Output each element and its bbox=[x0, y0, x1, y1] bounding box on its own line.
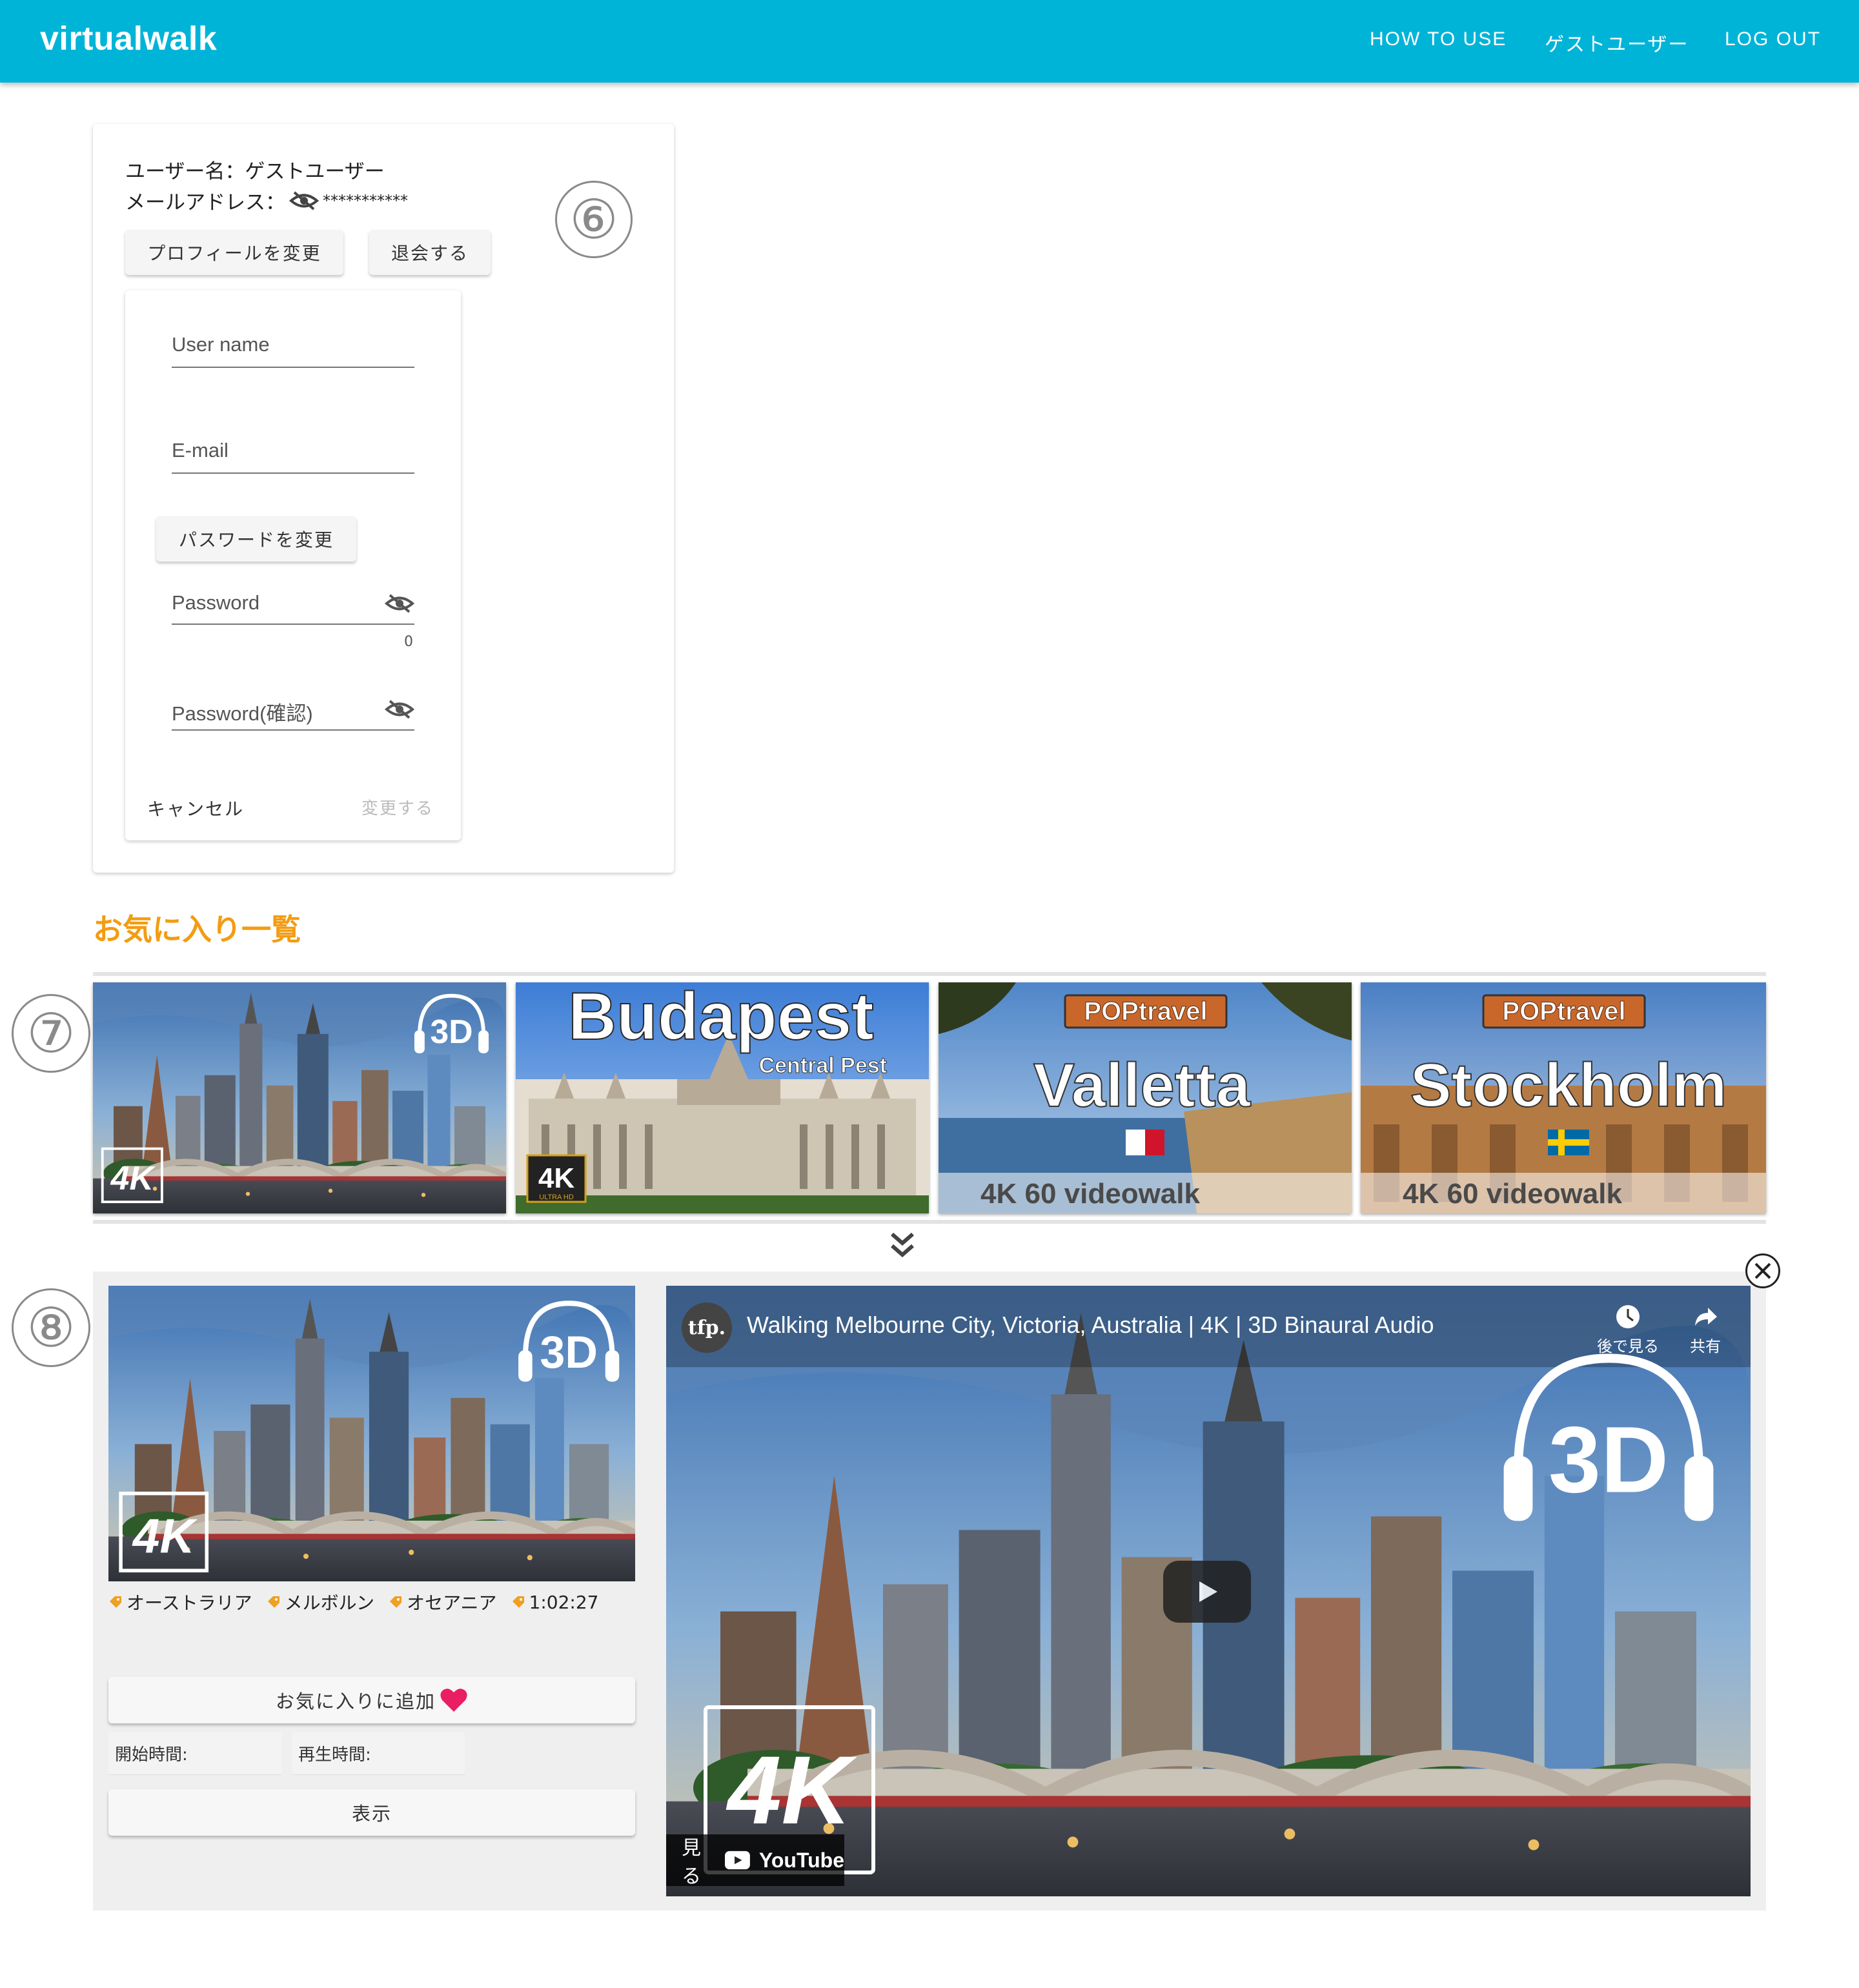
change-password-button[interactable]: パスワードを変更 bbox=[156, 516, 356, 562]
valletta-title: Valletta bbox=[1033, 1051, 1251, 1120]
email-line: メールアドレス： *********** bbox=[125, 186, 408, 215]
channel-avatar[interactable]: tfp. bbox=[682, 1303, 732, 1353]
show-button[interactable]: 表示 bbox=[108, 1789, 635, 1836]
add-favorite-label: お気に入りに追加 bbox=[275, 1690, 436, 1712]
stockholm-poptravel-logo: POPtravel bbox=[1502, 997, 1625, 1026]
youtube-icon bbox=[725, 1851, 750, 1870]
cancel-button[interactable]: キャンセル bbox=[147, 795, 244, 821]
video-title[interactable]: Walking Melbourne City, Victoria, Austra… bbox=[747, 1312, 1434, 1339]
budapest-ultra-hd: ULTRA HD bbox=[539, 1193, 574, 1201]
email-masked: *********** bbox=[323, 191, 408, 210]
play-time-field[interactable]: 再生時間: bbox=[292, 1732, 465, 1775]
step-marker-7: ⑦ bbox=[12, 994, 90, 1073]
budapest-scene: Budapest Central Pest 4K ULTRA HD bbox=[516, 982, 929, 1213]
favorite-thumbnail-stockholm[interactable]: POPtravel Stockholm 4K 60 videowalk bbox=[1361, 982, 1766, 1213]
tag-item[interactable]: オセアニア bbox=[389, 1589, 497, 1615]
favorites-top-rule bbox=[93, 972, 1766, 976]
username-line: ユーザー名：ゲストユーザー bbox=[125, 160, 385, 183]
valletta-scene: POPtravel Valletta 4K 60 videowalk bbox=[939, 982, 1352, 1213]
watch-on-youtube[interactable]: 見る YouTube bbox=[666, 1834, 844, 1888]
valletta-poptravel-logo: POPtravel bbox=[1084, 997, 1207, 1026]
detail-melbourne-scene bbox=[108, 1286, 635, 1581]
melbourne-scene bbox=[93, 982, 506, 1213]
tag-icon bbox=[512, 1596, 524, 1608]
add-favorite-button[interactable]: お気に入りに追加 bbox=[108, 1677, 635, 1723]
favorite-thumbnail-melbourne[interactable] bbox=[93, 982, 506, 1213]
share-icon bbox=[1695, 1308, 1717, 1326]
step-marker-8: ⑧ bbox=[12, 1288, 90, 1367]
password-counter: 0 bbox=[404, 634, 413, 650]
tag-icon bbox=[110, 1596, 121, 1608]
password-underline bbox=[172, 624, 414, 625]
tag-list: オーストラリア メルボルン オセアニア 1:02:27 bbox=[108, 1589, 598, 1615]
budapest-4k-badge: 4K bbox=[538, 1162, 574, 1194]
tag-duration: 1:02:27 bbox=[511, 1589, 598, 1615]
stockholm-videowalk-badge: 4K 60 videowalk bbox=[1403, 1178, 1622, 1210]
svg-text:3D: 3D bbox=[1549, 1407, 1669, 1512]
nav-how-to-use[interactable]: HOW TO USE bbox=[1370, 28, 1507, 50]
video-3d-headphones-icon: 3D bbox=[1499, 1344, 1718, 1527]
valletta-videowalk-badge: 4K 60 videowalk bbox=[980, 1178, 1200, 1210]
stockholm-scene: POPtravel Stockholm 4K 60 videowalk bbox=[1361, 982, 1766, 1213]
detail-thumbnail[interactable] bbox=[108, 1286, 635, 1581]
clock-icon bbox=[1616, 1305, 1640, 1328]
tag-item[interactable]: オーストラリア bbox=[108, 1589, 252, 1615]
tag-icon bbox=[390, 1596, 402, 1608]
edit-profile-button[interactable]: プロフィールを変更 bbox=[125, 230, 343, 275]
tag-icon bbox=[267, 1596, 279, 1608]
youtube-embed[interactable]: tfp. Walking Melbourne City, Victoria, A… bbox=[666, 1286, 1751, 1896]
app-header: virtualwalk HOW TO USE ゲストユーザー LOG OUT bbox=[0, 0, 1859, 83]
email-underline bbox=[172, 472, 414, 474]
step-marker-6: ⑥ bbox=[555, 181, 633, 258]
favorite-thumbnail-budapest[interactable]: Budapest Central Pest 4K ULTRA HD bbox=[516, 982, 929, 1213]
close-icon[interactable] bbox=[1745, 1253, 1780, 1288]
start-time-field[interactable]: 開始時間: bbox=[108, 1732, 281, 1775]
play-button[interactable] bbox=[1163, 1561, 1251, 1623]
youtube-wordmark: YouTube bbox=[758, 1848, 844, 1872]
email-label: メールアドレス： bbox=[125, 191, 285, 214]
brand-logo[interactable]: virtualwalk bbox=[40, 19, 217, 58]
heart-icon bbox=[440, 1689, 467, 1712]
eye-off-icon[interactable] bbox=[289, 190, 320, 212]
username-input[interactable]: User name bbox=[172, 333, 270, 356]
edit-profile-form bbox=[125, 290, 461, 840]
stockholm-title: Stockholm bbox=[1410, 1051, 1727, 1120]
password-confirm-visibility-icon[interactable] bbox=[384, 698, 415, 723]
budapest-title: Budapest bbox=[568, 982, 874, 1054]
favorite-thumbnail-valletta[interactable]: POPtravel Valletta 4K 60 videowalk bbox=[939, 982, 1352, 1213]
password-confirm-input[interactable]: Password(確認) bbox=[172, 697, 313, 726]
withdraw-button[interactable]: 退会する bbox=[369, 230, 491, 275]
submit-button[interactable]: 変更する bbox=[361, 795, 434, 819]
password-visibility-icon[interactable] bbox=[384, 593, 415, 617]
email-input[interactable]: E-mail bbox=[172, 439, 229, 462]
nav-log-out[interactable]: LOG OUT bbox=[1725, 28, 1821, 50]
password-confirm-underline bbox=[172, 729, 414, 731]
password-input[interactable]: Password bbox=[172, 591, 259, 614]
favorites-title: お気に入り一覧 bbox=[93, 912, 301, 947]
tag-item[interactable]: メルボルン bbox=[267, 1589, 374, 1615]
username-underline bbox=[172, 367, 414, 368]
watch-on-label: 見る bbox=[682, 1837, 701, 1888]
favorites-bottom-rule bbox=[93, 1220, 1766, 1224]
play-icon bbox=[1199, 1581, 1217, 1602]
expand-chevron-icon[interactable] bbox=[887, 1229, 918, 1263]
nav-guest-user[interactable]: ゲストユーザー bbox=[1545, 28, 1689, 57]
budapest-subtitle: Central Pest bbox=[759, 1053, 887, 1078]
